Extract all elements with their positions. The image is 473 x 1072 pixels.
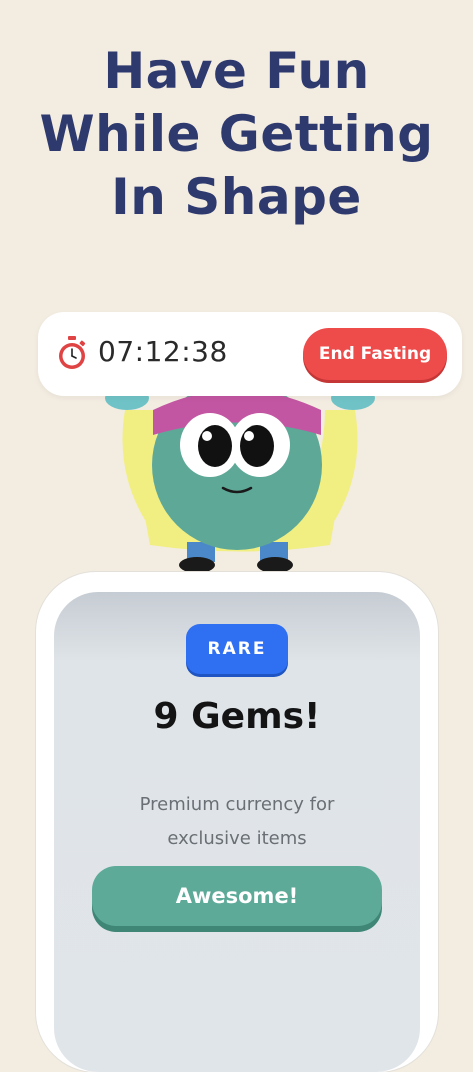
- awesome-button[interactable]: Awesome!: [92, 866, 382, 926]
- headline-line-3: In Shape: [111, 168, 362, 226]
- headline-line-2: While Getting: [39, 105, 434, 163]
- rarity-badge: RARE: [186, 624, 288, 674]
- mascot-illustration: [105, 380, 375, 573]
- reward-description: Premium currency for exclusive items: [54, 788, 420, 856]
- reward-title: 9 Gems!: [153, 696, 321, 737]
- headline: Have Fun While Getting In Shape: [0, 40, 473, 229]
- headline-line-1: Have Fun: [103, 42, 370, 100]
- elapsed-time: 07:12:38: [98, 335, 228, 368]
- reward-description-line-1: Premium currency for: [139, 794, 335, 815]
- reward-card: RARE 9 Gems! Premium currency for exclus…: [54, 592, 420, 1072]
- phone-frame: RARE 9 Gems! Premium currency for exclus…: [36, 572, 438, 1072]
- stopwatch-icon: [59, 336, 86, 369]
- reward-description-line-2: exclusive items: [167, 828, 307, 849]
- fasting-timer-card: 07:12:38 End Fasting: [38, 312, 462, 396]
- end-fasting-button[interactable]: End Fasting: [303, 328, 447, 380]
